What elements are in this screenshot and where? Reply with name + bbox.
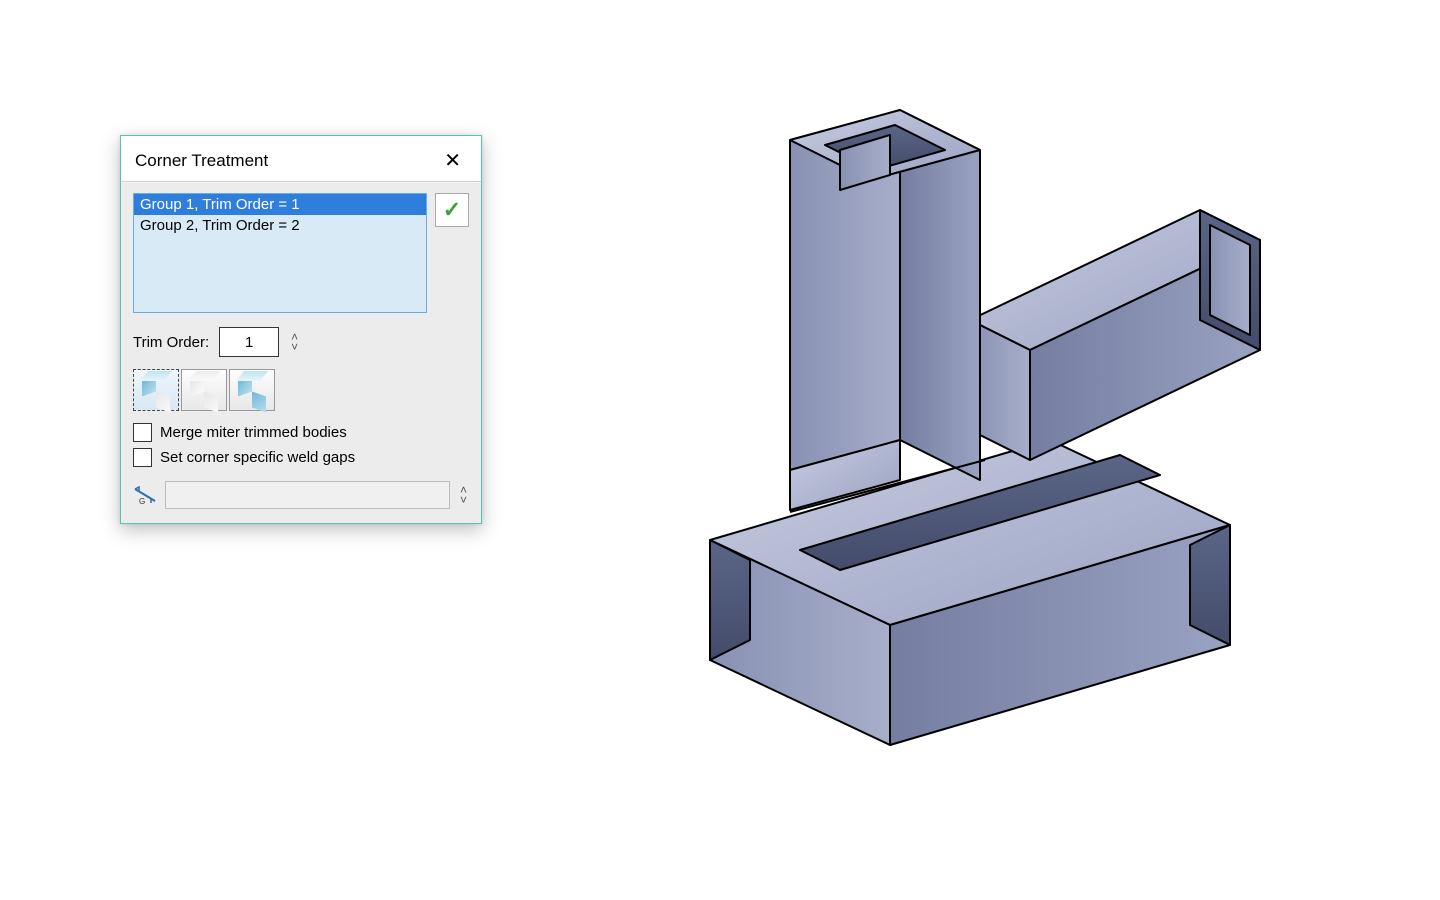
- corner-type-row: [133, 369, 469, 411]
- group-list-item[interactable]: Group 2, Trim Order = 2: [134, 215, 426, 236]
- weldgap-label: Set corner specific weld gaps: [160, 449, 355, 466]
- gap-dimension-icon: G: [133, 485, 157, 505]
- dialog-titlebar: Corner Treatment ✕: [121, 136, 481, 182]
- cube-icon: [142, 378, 170, 402]
- svg-text:G: G: [139, 497, 145, 505]
- group-list[interactable]: Group 1, Trim Order = 1 Group 2, Trim Or…: [133, 193, 427, 313]
- corner-type-1-button[interactable]: [133, 369, 179, 411]
- group-list-row: Group 1, Trim Order = 1 Group 2, Trim Or…: [133, 193, 469, 313]
- trim-order-row: Trim Order: ˄ ˅: [133, 327, 469, 357]
- weldgap-row: Set corner specific weld gaps: [133, 448, 469, 467]
- trim-order-label: Trim Order:: [133, 334, 209, 351]
- stepper-down-icon[interactable]: ˅: [289, 342, 300, 352]
- dialog-body: Group 1, Trim Order = 1 Group 2, Trim Or…: [121, 182, 481, 523]
- weldment-corner-3d-preview: [640, 50, 1280, 780]
- stepper-down-icon[interactable]: ˅: [458, 495, 469, 505]
- cube-icon: [190, 378, 218, 402]
- close-icon[interactable]: ✕: [438, 146, 467, 175]
- cube-icon: [238, 378, 266, 402]
- corner-type-3-button[interactable]: [229, 369, 275, 411]
- merge-row: Merge miter trimmed bodies: [133, 423, 469, 442]
- merge-checkbox[interactable]: [133, 423, 152, 442]
- weldgap-checkbox[interactable]: [133, 448, 152, 467]
- dialog-title: Corner Treatment: [135, 151, 268, 171]
- checkmark-icon: ✓: [443, 197, 461, 223]
- corner-treatment-dialog: Corner Treatment ✕ Group 1, Trim Order =…: [120, 135, 482, 524]
- group-list-item[interactable]: Group 1, Trim Order = 1: [134, 194, 426, 215]
- trim-order-input[interactable]: [219, 327, 279, 357]
- gap-value-row: G ˄ ˅: [133, 481, 469, 509]
- gap-value-input[interactable]: [165, 481, 450, 509]
- confirm-button[interactable]: ✓: [435, 193, 469, 227]
- corner-type-2-button[interactable]: [181, 369, 227, 411]
- gap-stepper[interactable]: ˄ ˅: [458, 485, 469, 505]
- trim-order-stepper[interactable]: ˄ ˅: [289, 332, 300, 352]
- merge-label: Merge miter trimmed bodies: [160, 424, 347, 441]
